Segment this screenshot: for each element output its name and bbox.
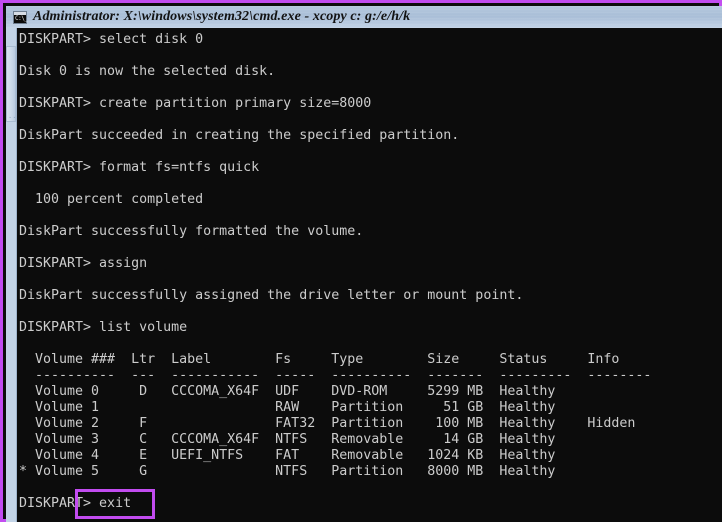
console-line: DiskPart successfully assigned the drive… — [19, 288, 524, 303]
console-line: DISKPART> exit — [19, 496, 132, 511]
console-output-area[interactable]: DISKPART> select disk 0 Disk 0 is now th… — [17, 28, 722, 522]
console-text: DISKPART> select disk 0 Disk 0 is now th… — [17, 28, 722, 512]
console-line: DISKPART> list volume — [19, 320, 188, 335]
console-line: Volume 2 F FAT32 Partition 100 MB Health… — [19, 416, 636, 431]
console-line: 100 percent completed — [19, 192, 204, 207]
console-line: DISKPART> assign — [19, 256, 148, 271]
scrollbar-thumb[interactable] — [6, 46, 16, 122]
console-line: Volume ### Ltr Label Fs Type Size Status… — [19, 352, 620, 367]
cmd-console-icon: C:\_ — [13, 10, 28, 24]
console-line: Volume 1 RAW Partition 51 GB Healthy — [19, 400, 556, 415]
window-title: Administrator: X:\windows\system32\cmd.e… — [33, 9, 411, 24]
scrollbar-dots: ··· — [8, 115, 21, 122]
console-line: Volume 3 C CCCOMA_X64F NTFS Removable 14… — [19, 432, 556, 447]
vertical-scrollbar[interactable]: ··· — [6, 28, 21, 522]
console-line: Volume 4 E UEFI_NTFS FAT Removable 1024 … — [19, 448, 556, 463]
console-line: DISKPART> format fs=ntfs quick — [19, 160, 260, 175]
console-line: DISKPART> select disk 0 — [19, 32, 204, 47]
title-bar[interactable]: C:\_ Administrator: X:\windows\system32\… — [6, 6, 722, 28]
console-window: C:\_ Administrator: X:\windows\system32\… — [0, 0, 722, 522]
console-line: Volume 0 D CCCOMA_X64F UDF DVD-ROM 5299 … — [19, 384, 556, 399]
console-line: DiskPart succeeded in creating the speci… — [19, 128, 460, 143]
console-line: Disk 0 is now the selected disk. — [19, 64, 276, 79]
console-line: * Volume 5 G NTFS Partition 8000 MB Heal… — [19, 464, 556, 479]
console-line: DISKPART> create partition primary size=… — [19, 96, 372, 111]
console-line: ---------- --- ----------- ----- -------… — [19, 368, 652, 383]
cmd-icon-glyph: C:\_ — [15, 14, 28, 22]
console-line: DiskPart successfully formatted the volu… — [19, 224, 364, 239]
